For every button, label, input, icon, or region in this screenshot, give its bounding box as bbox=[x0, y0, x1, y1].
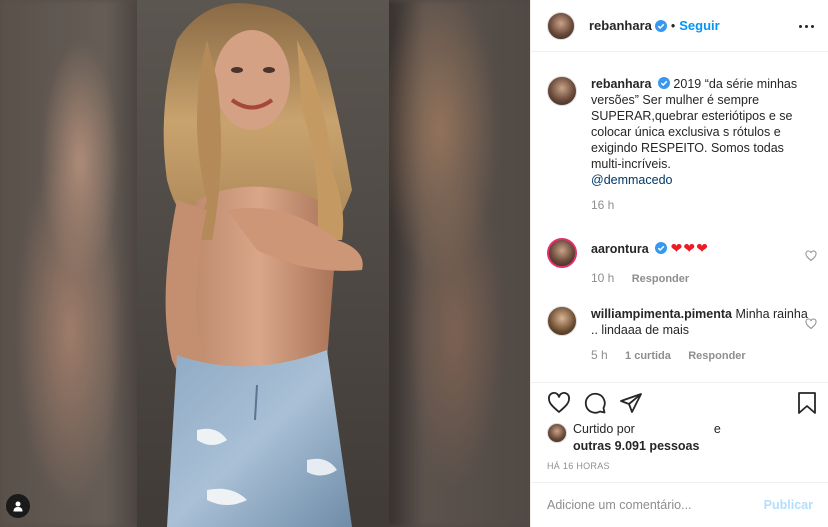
comment-meta: 10 h Responder bbox=[591, 271, 817, 285]
caption: rebanhara 2019 “da série minhas versões”… bbox=[547, 76, 817, 212]
reply-button[interactable]: Responder bbox=[688, 350, 745, 362]
comment-icon[interactable] bbox=[583, 391, 607, 415]
verified-badge-icon bbox=[655, 242, 668, 254]
liked-by-prefix: Curtido por bbox=[573, 422, 635, 436]
list-item: aarontura ❤❤❤ 10 h Responder bbox=[547, 238, 817, 285]
post-photo-main bbox=[137, 0, 389, 527]
liked-by-and: e bbox=[713, 422, 721, 436]
caption-meta: 16 h bbox=[591, 198, 817, 212]
post-photo[interactable] bbox=[0, 0, 530, 527]
comment-meta: 5 h 1 curtida Responder bbox=[591, 348, 817, 362]
comment-like-heart-icon[interactable] bbox=[805, 250, 817, 262]
add-comment-bar: Publicar bbox=[531, 482, 828, 527]
comment-likes-count[interactable]: 1 curtida bbox=[625, 350, 671, 362]
avatar[interactable] bbox=[547, 306, 577, 336]
avatar[interactable] bbox=[547, 238, 577, 268]
verified-badge-icon bbox=[657, 77, 670, 89]
comment-username[interactable]: williampimenta.pimenta bbox=[591, 307, 732, 321]
likes-summary: Curtido por e outras 9.091 pessoas bbox=[547, 421, 817, 455]
comment-text-block: williampimenta.pimenta Minha rainha .. l… bbox=[591, 306, 817, 338]
comment-time[interactable]: 5 h bbox=[591, 348, 608, 362]
heart-icon[interactable] bbox=[547, 391, 571, 415]
comment-username[interactable]: aarontura bbox=[591, 242, 649, 256]
follow-button[interactable]: Seguir bbox=[679, 18, 719, 33]
redacted-username bbox=[638, 422, 710, 434]
user-tag-icon bbox=[13, 501, 23, 512]
caption-text-block: rebanhara 2019 “da série minhas versões”… bbox=[591, 76, 817, 188]
verified-badge-icon bbox=[654, 19, 667, 32]
comment-like-heart-icon[interactable] bbox=[805, 318, 817, 330]
others-likes-link[interactable]: outras 9.091 pessoas bbox=[573, 439, 699, 453]
user-tag-button[interactable] bbox=[6, 494, 30, 518]
comment-input[interactable] bbox=[547, 498, 764, 512]
more-options-icon[interactable] bbox=[799, 20, 815, 32]
reply-button[interactable]: Responder bbox=[632, 273, 689, 285]
avatar[interactable] bbox=[547, 423, 567, 443]
post-timestamp[interactable]: HÁ 16 HORAS bbox=[547, 461, 610, 471]
post-side-panel: rebanhara • Seguir rebanhara 2019 “da sé… bbox=[530, 0, 828, 527]
publish-button[interactable]: Publicar bbox=[764, 498, 813, 512]
comment-time[interactable]: 10 h bbox=[591, 271, 614, 285]
caption-username[interactable]: rebanhara bbox=[591, 77, 651, 91]
caption-time[interactable]: 16 h bbox=[591, 198, 614, 212]
photo-illustration bbox=[163, 3, 363, 527]
likes-text: Curtido por e outras 9.091 pessoas bbox=[573, 421, 817, 455]
photo-side-shade-right bbox=[389, 0, 530, 527]
comment-text-block: aarontura ❤❤❤ bbox=[591, 238, 817, 257]
list-item: williampimenta.pimenta Minha rainha .. l… bbox=[547, 306, 817, 362]
paper-plane-icon[interactable] bbox=[619, 391, 643, 415]
action-icons-row bbox=[547, 391, 816, 417]
comments-section: rebanhara 2019 “da série minhas versões”… bbox=[531, 52, 828, 382]
post-header: rebanhara • Seguir bbox=[531, 0, 828, 52]
avatar[interactable] bbox=[547, 76, 577, 106]
photo-side-shade-left bbox=[0, 0, 137, 527]
header-separator: • bbox=[670, 18, 676, 33]
comment-text: ❤❤❤ bbox=[670, 240, 709, 256]
post-author-username[interactable]: rebanhara bbox=[589, 18, 652, 33]
bookmark-icon[interactable] bbox=[797, 391, 817, 415]
caption-mention-link[interactable]: @demmacedo bbox=[591, 173, 672, 187]
caption-text: 2019 “da série minhas versões” Ser mulhe… bbox=[591, 77, 798, 171]
avatar[interactable] bbox=[547, 11, 575, 40]
post-actions: Curtido por e outras 9.091 pessoas HÁ 16… bbox=[531, 382, 828, 482]
